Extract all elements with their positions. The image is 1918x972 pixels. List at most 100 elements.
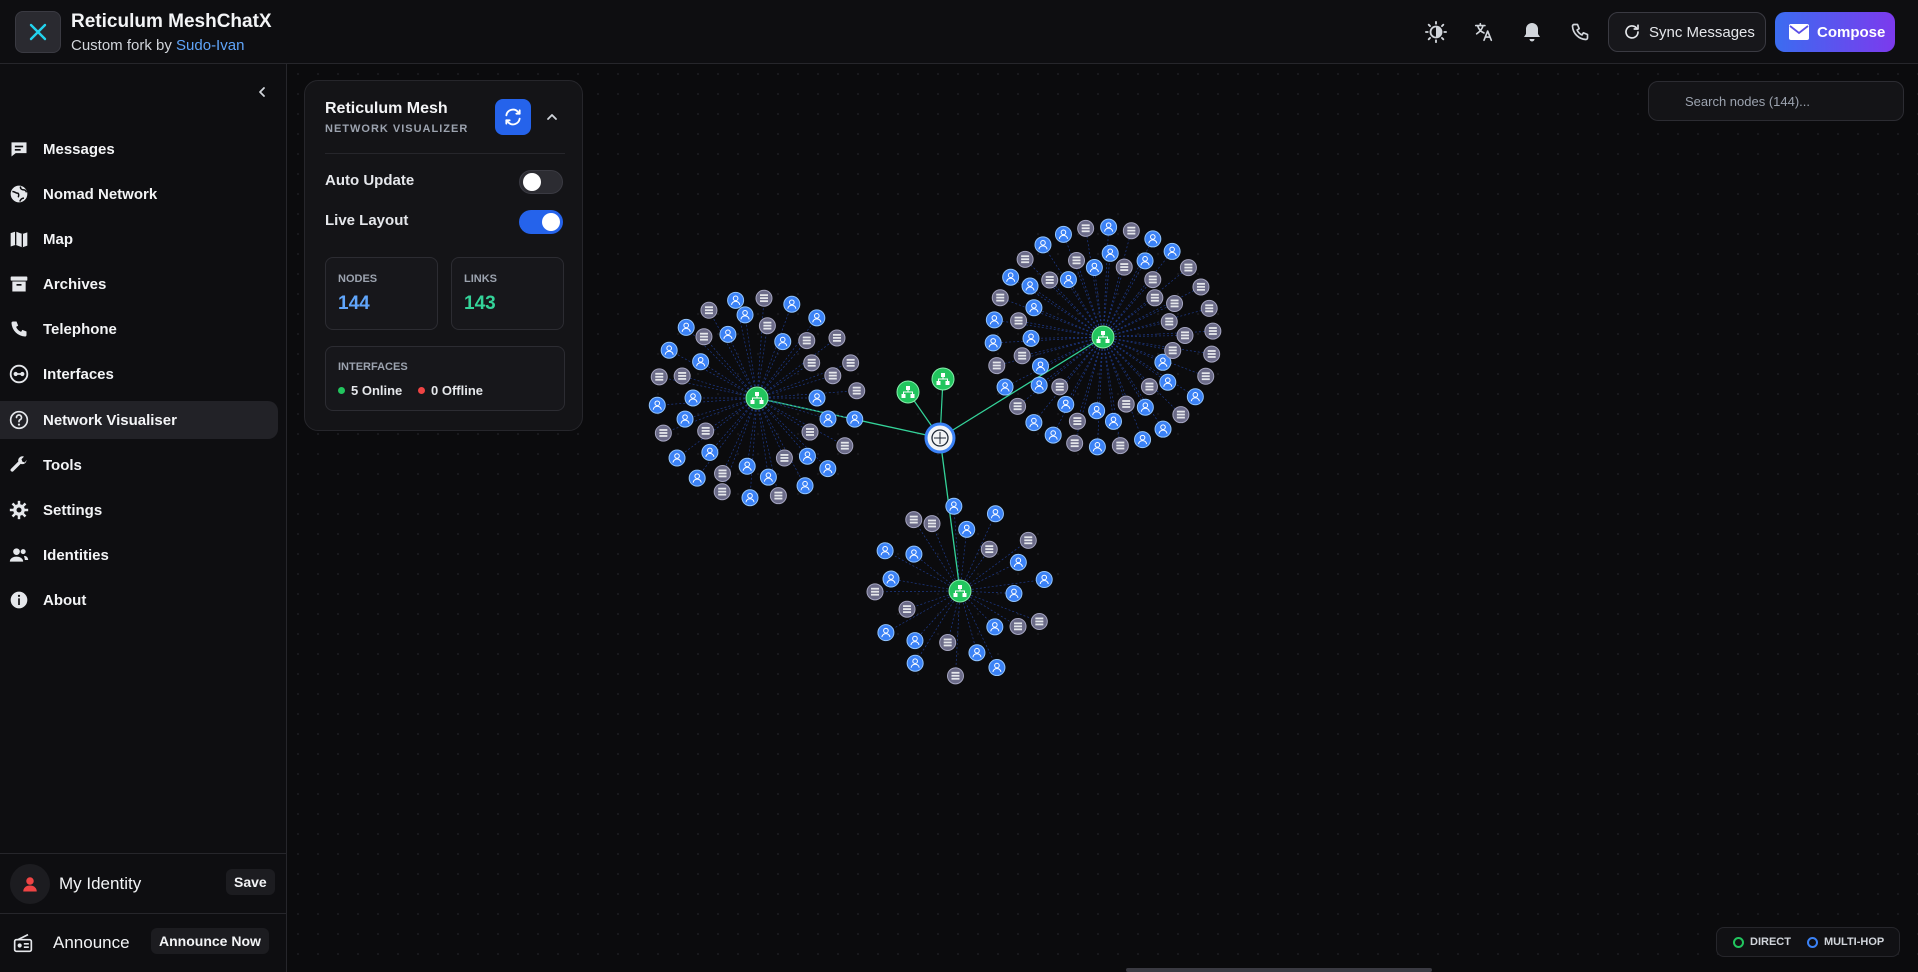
propagation-node[interactable]: [1117, 395, 1135, 413]
propagation-node[interactable]: [1010, 312, 1028, 330]
auto-update-toggle[interactable]: [519, 170, 563, 194]
peer-node[interactable]: [1186, 388, 1204, 406]
propagation-node[interactable]: [1115, 258, 1133, 276]
propagation-node[interactable]: [939, 634, 957, 652]
peer-node[interactable]: [986, 618, 1004, 636]
peer-node[interactable]: [1002, 268, 1020, 286]
peer-node[interactable]: [798, 447, 816, 465]
propagation-node[interactable]: [803, 354, 821, 372]
peer-node[interactable]: [1005, 584, 1023, 602]
propagation-node[interactable]: [673, 367, 691, 385]
propagation-node[interactable]: [1077, 219, 1095, 237]
propagation-node[interactable]: [1111, 437, 1129, 455]
propagation-node[interactable]: [1164, 341, 1182, 359]
peer-node[interactable]: [846, 410, 864, 428]
propagation-node[interactable]: [1041, 271, 1059, 289]
propagation-node[interactable]: [1144, 271, 1162, 289]
peer-node[interactable]: [1104, 412, 1122, 430]
peer-node[interactable]: [819, 410, 837, 428]
peer-node[interactable]: [783, 295, 801, 313]
propagation-node[interactable]: [798, 332, 816, 350]
propagation-node[interactable]: [1166, 295, 1184, 313]
propagation-node[interactable]: [828, 329, 846, 347]
peer-node[interactable]: [968, 644, 986, 662]
peer-node[interactable]: [1021, 277, 1039, 295]
peer-node[interactable]: [701, 443, 719, 461]
propagation-node[interactable]: [654, 424, 672, 442]
peer-node[interactable]: [1057, 395, 1075, 413]
propagation-node[interactable]: [848, 382, 866, 400]
peer-node[interactable]: [741, 489, 759, 507]
interface-node[interactable]: [745, 386, 769, 410]
propagation-node[interactable]: [1030, 613, 1048, 631]
peer-node[interactable]: [684, 389, 702, 407]
propagation-node[interactable]: [713, 483, 731, 501]
propagation-node[interactable]: [905, 511, 923, 529]
propagation-node[interactable]: [1013, 347, 1031, 365]
peer-node[interactable]: [774, 333, 792, 351]
peer-node[interactable]: [808, 309, 826, 327]
propagation-node[interactable]: [714, 464, 732, 482]
propagation-node[interactable]: [695, 328, 713, 346]
peer-node[interactable]: [1159, 373, 1177, 391]
propagation-node[interactable]: [1009, 617, 1027, 635]
propagation-node[interactable]: [1051, 378, 1069, 396]
peer-node[interactable]: [668, 449, 686, 467]
peer-node[interactable]: [796, 477, 814, 495]
peer-node[interactable]: [984, 334, 1002, 352]
peer-node[interactable]: [1030, 376, 1048, 394]
peer-node[interactable]: [1044, 426, 1062, 444]
interface-node[interactable]: [931, 367, 955, 391]
peer-node[interactable]: [692, 353, 710, 371]
propagation-node[interactable]: [1204, 322, 1222, 340]
peer-node[interactable]: [988, 659, 1006, 677]
network-graph[interactable]: [0, 0, 1918, 972]
propagation-node[interactable]: [1068, 251, 1086, 269]
peer-node[interactable]: [985, 311, 1003, 329]
peer-node[interactable]: [905, 545, 923, 563]
propagation-node[interactable]: [1066, 434, 1084, 452]
peer-node[interactable]: [945, 497, 963, 515]
propagation-node[interactable]: [988, 357, 1006, 375]
peer-node[interactable]: [1100, 218, 1118, 236]
peer-node[interactable]: [1144, 230, 1162, 248]
propagation-node[interactable]: [1068, 412, 1086, 430]
peer-node[interactable]: [676, 410, 694, 428]
propagation-node[interactable]: [946, 667, 964, 685]
peer-node[interactable]: [1154, 420, 1172, 438]
live-layout-toggle[interactable]: [519, 210, 563, 234]
propagation-node[interactable]: [842, 354, 860, 372]
propagation-node[interactable]: [758, 317, 776, 335]
peer-node[interactable]: [876, 542, 894, 560]
peer-node[interactable]: [1136, 252, 1154, 270]
peer-node[interactable]: [877, 624, 895, 642]
peer-node[interactable]: [688, 469, 706, 487]
peer-node[interactable]: [996, 378, 1014, 396]
propagation-node[interactable]: [824, 367, 842, 385]
peer-node[interactable]: [1088, 402, 1106, 420]
interface-node[interactable]: [1091, 325, 1115, 349]
propagation-node[interactable]: [1140, 378, 1158, 396]
propagation-node[interactable]: [1122, 222, 1140, 240]
peer-node[interactable]: [1025, 299, 1043, 317]
peer-node[interactable]: [1025, 414, 1043, 432]
propagation-node[interactable]: [1172, 406, 1190, 424]
local-node[interactable]: [924, 422, 956, 454]
peer-node[interactable]: [1022, 329, 1040, 347]
propagation-node[interactable]: [1197, 367, 1215, 385]
propagation-node[interactable]: [1203, 345, 1221, 363]
propagation-node[interactable]: [1019, 531, 1037, 549]
peer-node[interactable]: [1136, 398, 1154, 416]
propagation-node[interactable]: [755, 289, 773, 307]
propagation-node[interactable]: [898, 600, 916, 618]
peer-node[interactable]: [906, 632, 924, 650]
peer-node[interactable]: [1034, 236, 1052, 254]
horizontal-scrollbar[interactable]: [1126, 968, 1432, 972]
peer-node[interactable]: [736, 306, 754, 324]
peer-node[interactable]: [1088, 438, 1106, 456]
peer-node[interactable]: [660, 341, 678, 359]
propagation-node[interactable]: [769, 487, 787, 505]
peer-node[interactable]: [1054, 225, 1072, 243]
peer-node[interactable]: [958, 520, 976, 538]
peer-node[interactable]: [1163, 242, 1181, 260]
